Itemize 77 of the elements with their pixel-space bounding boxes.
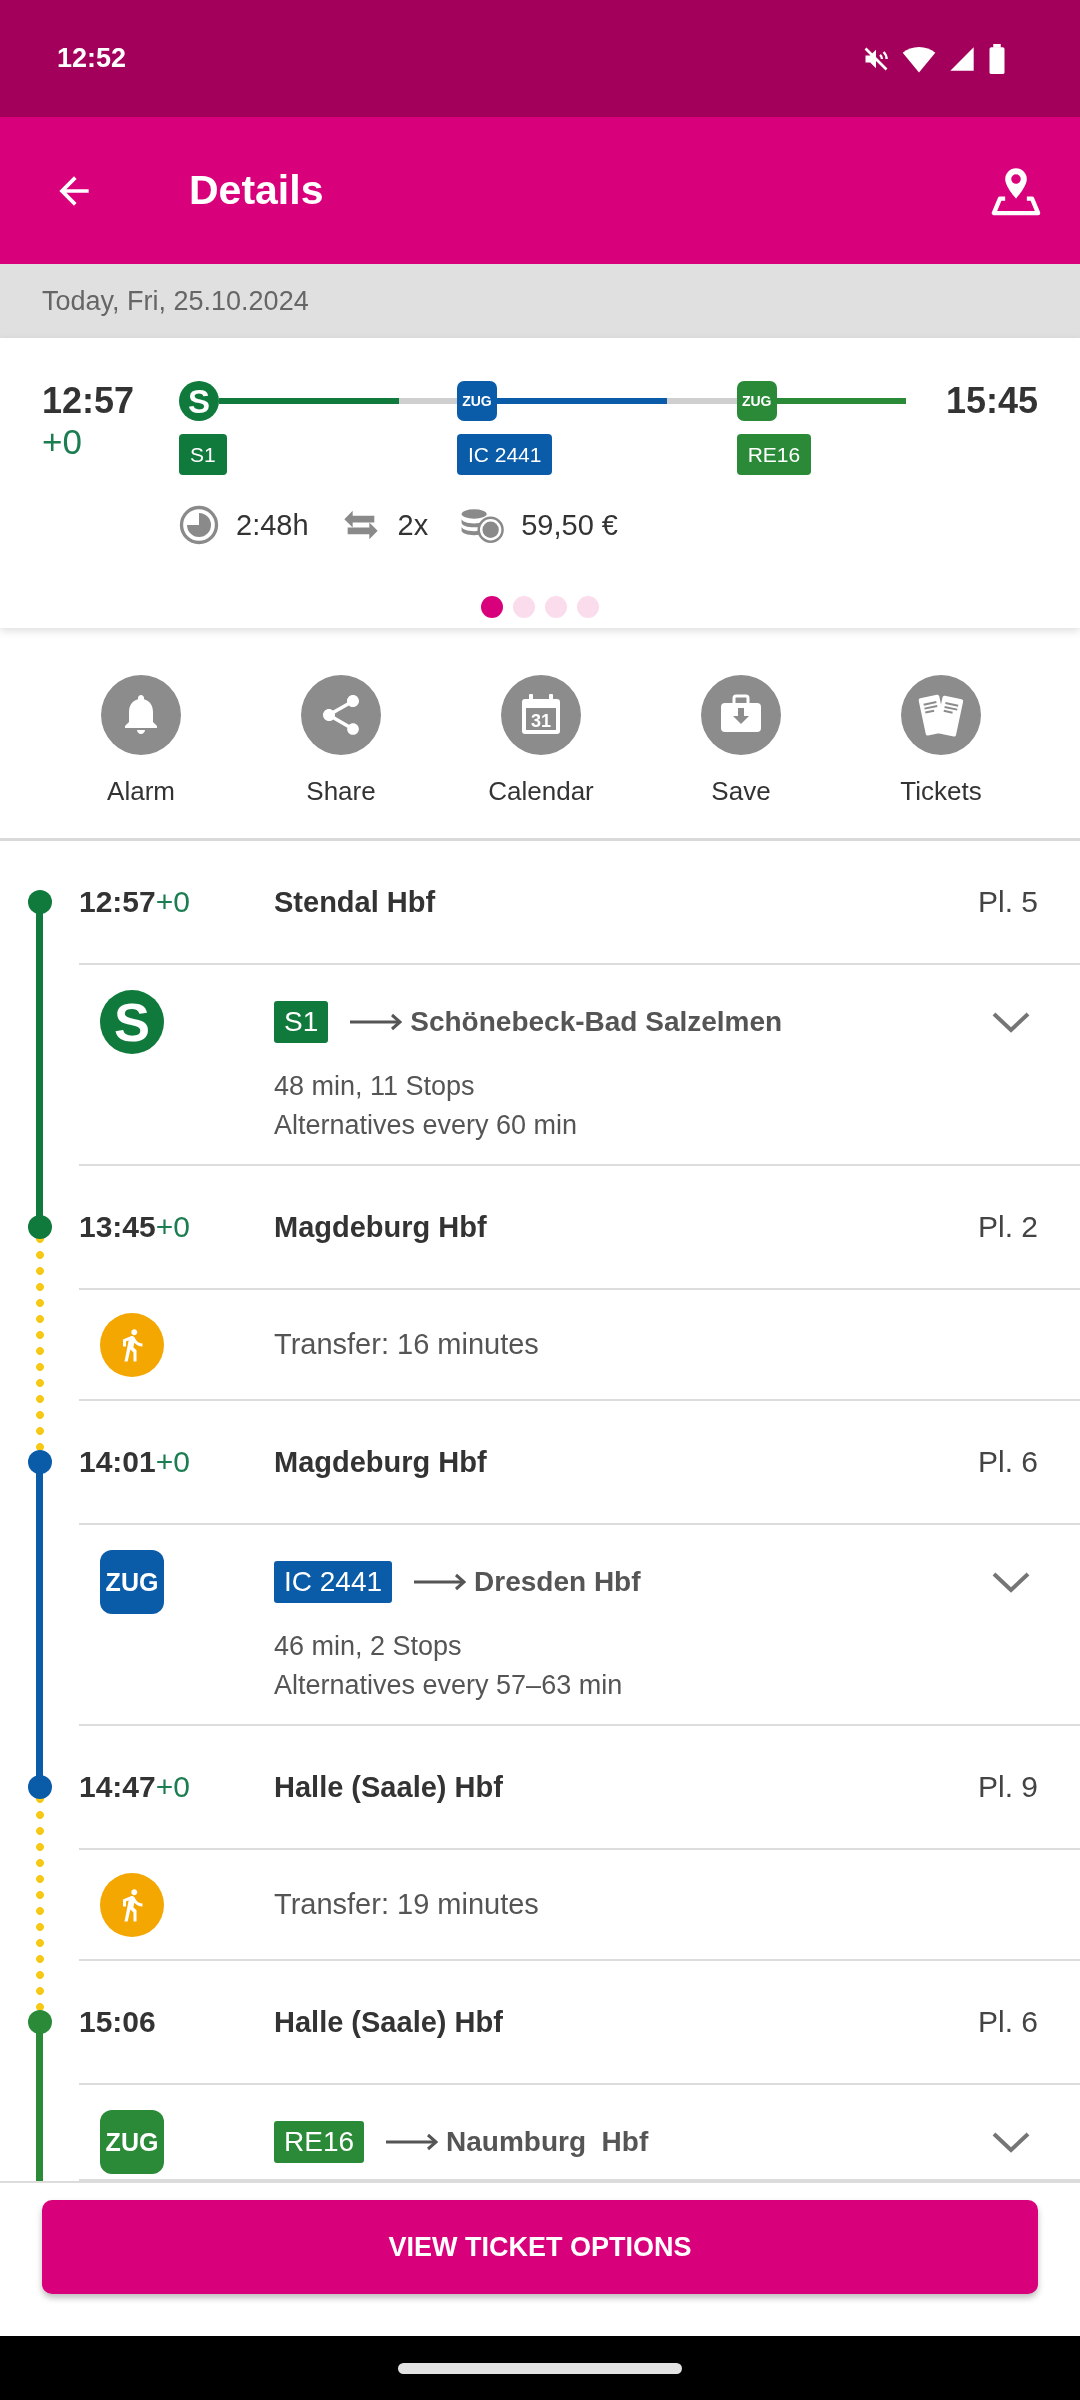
line-badge: S1 [274,1001,329,1043]
delay-text: +0 [42,423,83,461]
duration-text: 2:48h [236,508,309,542]
platform-text: Pl. 6 [977,1445,1038,1479]
calendar-icon: 31 [501,675,581,755]
stop-dot [27,890,52,914]
transfer-text: Transfer: 16 minutes [274,1328,539,1361]
station-name: Halle (Saale) Hbf [274,2005,504,2039]
station-name: Halle (Saale) Hbf [274,1770,504,1804]
station-name: Magdeburg Hbf [274,1210,488,1244]
transport-logo: ZUG [736,381,777,421]
delay-text: +0 [155,1210,190,1243]
arrow-icon [386,2132,439,2152]
battery-icon [988,43,1006,74]
transport-logo: ZUG [100,1550,164,1614]
signal-icon [948,44,976,73]
arrow-icon [350,1012,403,1032]
transport-logo: ZUG [100,2110,164,2174]
view-ticket-options-button[interactable]: VIEW TICKET OPTIONS [42,2200,1038,2294]
stop-dot [27,1775,52,1799]
transport-logo: S [179,381,219,421]
stop-time: 15:06 [79,2005,156,2038]
price-text: 59,50 € [521,508,618,542]
calendar-button[interactable]: 31 Calendar [488,675,594,808]
stop-time: 13:45 [79,1210,156,1243]
screen-title: Details [189,167,324,214]
transport-logo: S [100,990,164,1054]
departure-time: 12:57 [42,379,136,423]
leg-duration-text: 46 min, 2 Stops [274,1630,462,1663]
share-icon [301,675,381,755]
briefcase-download-icon [701,675,781,755]
tickets-button[interactable]: Tickets [900,675,982,808]
delay-text: +0 [155,885,190,918]
transport-logo: ZUG [456,381,497,421]
line-badge: RE16 [274,2121,365,2163]
transfers-text: 2x [397,508,429,542]
destination-name: Naumburg Hbf [446,2126,649,2158]
platform-text: Pl. 5 [977,885,1038,919]
line-badge: S1 [179,434,227,475]
destination-name: Dresden Hbf [474,1566,641,1598]
tickets-icon [901,675,981,755]
chevron-down-icon[interactable] [991,2130,1031,2154]
walking-person-icon [100,1312,164,1377]
station-name: Stendal Hbf [274,885,437,919]
pie-clock-icon [179,505,219,545]
stop-time: 14:01 [79,1445,156,1478]
share-button[interactable]: Share [301,675,381,808]
leg-duration-text: 48 min, 11 Stops [274,1070,475,1103]
chevron-down-icon[interactable] [991,1570,1031,1594]
delay-text: +0 [155,1770,190,1803]
stop-time: 14:47 [79,1770,156,1803]
alternatives-text: Alternatives every 60 min [274,1109,578,1142]
stop-time: 12:57 [79,885,156,918]
stop-dot [27,2010,52,2034]
walking-person-icon [100,1872,164,1937]
save-button[interactable]: Save [701,675,781,808]
platform-text: Pl. 2 [977,1210,1038,1244]
status-time: 12:52 [57,43,127,74]
date-text: Today, Fri, 25.10.2024 [42,285,309,317]
platform-text: Pl. 6 [977,2005,1038,2039]
line-badge: RE16 [736,434,812,475]
stop-dot [27,1215,52,1239]
arrow-icon [414,1572,467,1592]
platform-text: Pl. 9 [977,1770,1038,1804]
home-indicator[interactable] [398,2362,682,2374]
chevron-down-icon[interactable] [991,1010,1031,1034]
line-badge: IC 2441 [274,1561,393,1603]
alarm-button[interactable]: Alarm [101,675,181,808]
transfer-text: Transfer: 19 minutes [274,1888,539,1921]
arrival-time: 15:45 [945,379,1038,423]
alternatives-text: Alternatives every 57–63 min [274,1669,623,1702]
bell-icon [101,675,181,755]
line-badge: IC 2441 [456,434,553,475]
station-name: Magdeburg Hbf [274,1445,488,1479]
stop-dot [27,1450,52,1474]
delay-text: +0 [155,1445,190,1478]
destination-name: Schönebeck-Bad Salzelmen [410,1006,783,1038]
